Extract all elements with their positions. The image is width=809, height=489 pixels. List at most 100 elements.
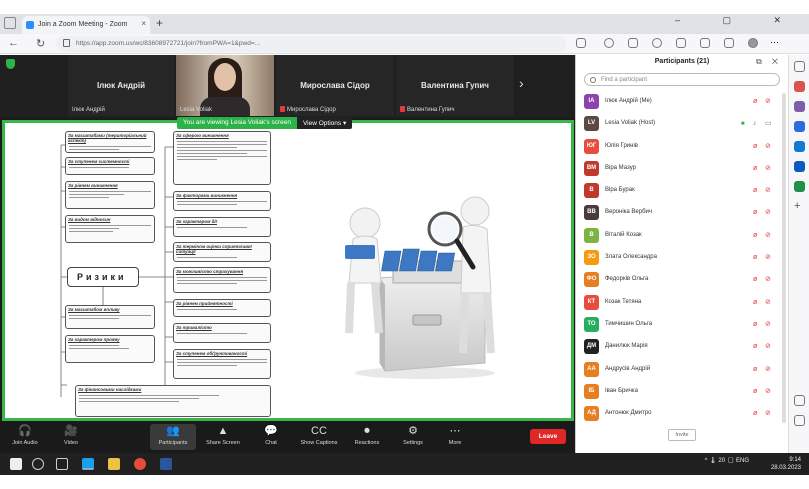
menu-icon[interactable]: ⋯ [770,37,780,47]
gallery-strip: Ілюк Андрій Ілюк Андрій Lesia Voliak Мир… [0,55,575,118]
participants-title: Participants (21) [654,58,710,65]
participant-row[interactable]: ЮГ Юлія Гринів ø ⊘ [576,136,781,158]
video-tile[interactable]: Ілюк Андрій Ілюк Андрій [68,55,174,116]
url-text: https://app.zoom.us/wc/83608972721/join?… [76,40,261,47]
back-icon[interactable]: ← [8,37,19,49]
split-screen-icon[interactable] [676,38,686,48]
history-icon[interactable] [700,38,710,48]
downloads-icon[interactable] [724,38,734,48]
video-tile-active-speaker[interactable]: Lesia Voliak [176,55,274,116]
tab-actions-icon[interactable] [4,17,16,29]
participant-row[interactable]: ВВ Вероніка Вербич ø ⊘ [576,202,781,224]
participant-list-scrollbar[interactable] [782,93,786,423]
office-icon[interactable] [794,141,805,152]
start-icon[interactable] [10,458,22,470]
reactions-button[interactable]: ⏺ Reactions [344,424,390,450]
security-shield-icon[interactable] [6,59,15,69]
tile-caption: Ілюк Андрій [72,107,105,113]
tools-icon[interactable] [794,101,805,112]
panel-controls[interactable]: ⧉ ✕ [756,57,782,67]
view-options-button[interactable]: View Options ▾ [296,117,353,129]
file-explorer-icon[interactable] [108,458,120,470]
show-captions-label: Show Captions [300,440,338,446]
camera-off-icon: ⊘ [765,142,771,150]
show-captions-button[interactable]: CC Show Captions [296,424,342,450]
favorites-icon[interactable] [652,38,662,48]
participants-button[interactable]: 👥 Participants [150,424,196,450]
zoom-meeting: Ілюк Андрій Ілюк Андрій Lesia Voliak Мир… [0,55,788,453]
participant-row[interactable]: ІБ Іван Бричка ø ⊘ [576,381,781,403]
participant-row[interactable]: АД Антонюк Дмитро ø ⊘ [576,403,781,425]
tab-close-icon[interactable]: × [141,19,146,28]
new-tab-button[interactable]: + [156,16,163,30]
share-screen-icon: ▲ [217,425,229,437]
chat-button[interactable]: 💬 Chat [248,424,294,450]
participant-name: Злата Олександра [605,254,657,261]
muted-mic-icon: ø [753,298,758,306]
participant-avatar: АД [584,406,599,422]
participant-search-input[interactable]: Find a participant [584,73,780,86]
leave-button[interactable]: Leave [530,429,566,444]
more-button[interactable]: ⋯ More [432,424,478,450]
diagram-box: За сферою виникнення [173,131,271,185]
settings-icon: ⚙ [408,425,418,437]
add-icon[interactable]: + [794,201,805,212]
central-node: Ризики [67,267,139,287]
drop-icon[interactable] [794,181,805,192]
system-tray[interactable]: ^ 🌡 20 ◻ ENG [705,457,749,464]
browser-tab[interactable]: Join a Zoom Meeting - Zoom × [22,16,150,34]
zoom-favicon-icon [26,21,34,29]
collections-icon[interactable] [628,38,638,48]
word-icon[interactable] [160,458,172,470]
participant-name: Віталій Козак [605,231,642,238]
video-tile[interactable]: Валентина Гупич Валентина Гупич [396,55,514,116]
settings-icon[interactable] [794,415,805,426]
gallery-next-icon[interactable]: › [519,75,524,91]
search-icon[interactable] [794,61,805,72]
lock-icon [63,39,70,47]
participant-row[interactable]: ІА Ілюк Андрій (Me) ø ⊘ [576,91,781,113]
participant-name: Ілюк Андрій (Me) [605,98,652,104]
file-cabinet-illustration [325,183,515,383]
invite-button[interactable]: Invite [668,429,696,441]
diagram-box: За масштабом впливу [65,305,155,329]
edge-taskbar-icon[interactable] [82,458,94,470]
participant-row[interactable]: АА Андрусів Андрій ø ⊘ [576,359,781,381]
taskbar-clock[interactable]: 9:14 28.03.2023 [771,456,801,472]
profile-avatar-icon[interactable] [748,38,758,48]
join-audio-button[interactable]: 🎧 Join Audio [2,424,48,450]
participant-row[interactable]: LV Lesia Voliak (Host) ■ ♪ ▭ [576,113,781,135]
layout-icon[interactable] [794,395,805,406]
participant-row[interactable]: ЗО Злата Олександра ø ⊘ [576,247,781,269]
share-screen-button[interactable]: ▲ Share Screen [200,424,246,450]
address-bar[interactable]: https://app.zoom.us/wc/83608972721/join?… [56,36,566,52]
refresh-icon[interactable]: ↻ [36,37,45,50]
participant-name: Данилюк Марія [605,343,648,350]
participant-avatar: ТО [584,316,599,332]
participant-row[interactable]: В Віталій Козак ø ⊘ [576,225,781,247]
participant-row[interactable]: КТ Козак Тетяна ø ⊘ [576,292,781,314]
star-icon[interactable] [576,38,586,48]
participant-avatar: LV [584,116,599,132]
task-view-icon[interactable] [56,458,68,470]
diagram-box: За фінансовими наслідками [75,385,271,417]
games-icon[interactable] [794,121,805,132]
chrome-icon[interactable] [134,458,146,470]
window-controls[interactable]: – ▢ ✕ [675,15,801,26]
search-icon[interactable] [32,458,44,470]
video-tile[interactable]: Мирослава Сідор Мирослава Сідор [276,55,394,116]
extensions-icon[interactable] [604,38,614,48]
participant-row[interactable]: ВМ Віра Мазур ø ⊘ [576,158,781,180]
participant-row[interactable]: ТО Тимчишин Ольга ø ⊘ [576,314,781,336]
camera-off-icon: ⊘ [765,254,771,262]
diagram-box: За ступенем системності [65,157,155,175]
participant-row[interactable]: В Віра Бурак ø ⊘ [576,180,781,202]
participant-row[interactable]: ФО Федорків Ольга ø ⊘ [576,269,781,291]
outlook-icon[interactable] [794,161,805,172]
clock-date: 28.03.2023 [770,465,801,471]
video-button[interactable]: 🎥 Video [48,424,94,450]
settings-button[interactable]: ⚙ Settings [390,424,436,450]
meeting-toolbar: Leave 🎧 Join Audio 🎥 Video 👥 Participants ▲ Sha… [0,421,575,453]
shopping-icon[interactable] [794,81,805,92]
participant-row[interactable]: ДМ Данилюк Марія ø ⊘ [576,336,781,358]
